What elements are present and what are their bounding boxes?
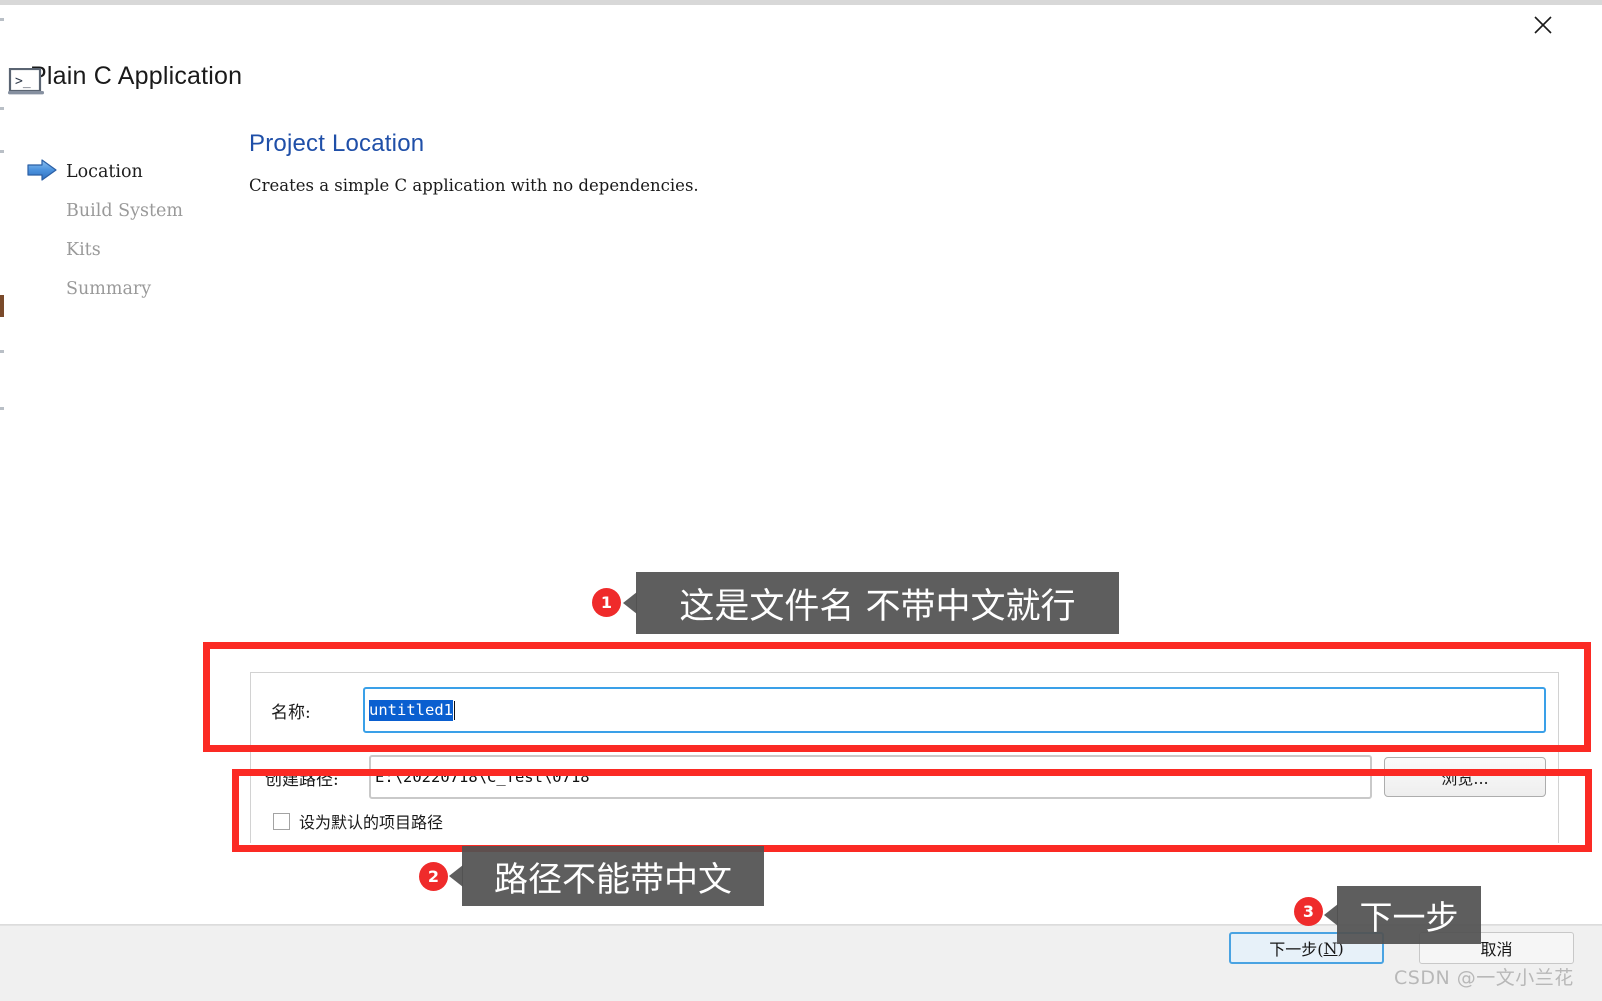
annotation-callout-3: 下一步 [1324,886,1481,944]
wizard-steps: Location Build System Kits Summary [26,152,226,308]
project-location-form: 名称: untitled1 创建路径: E:\20220718\C_Test\0… [250,672,1559,843]
edge-fragment [0,150,4,153]
edge-fragment [0,18,4,21]
annotation-badge-2: 2 [419,862,448,891]
annotation-badge-1: 1 [592,588,621,617]
annotation-callout-1: 这是文件名 不带中文就行 [623,572,1119,634]
window-top-strip [0,0,1602,5]
watermark: CSDN @一文小兰花 [1394,967,1574,989]
edge-fragment [0,295,4,317]
svg-text:>_: >_ [15,74,31,89]
edge-fragment [0,107,4,110]
sidebar-item-label: Summary [66,278,152,299]
wizard-title: Plain C Application [30,62,243,90]
project-name-label: 名称: [271,702,311,723]
project-path-value: E:\20220718\C_Test\0718 [375,768,590,786]
annotation-callout-3-text: 下一步 [1359,898,1459,937]
sidebar-item-build-system[interactable]: Build System [26,191,226,230]
sidebar-item-label: Build System [66,200,183,221]
annotation-badge-3: 3 [1294,897,1323,926]
project-name-input[interactable]: untitled1 [363,687,1546,733]
edge-fragment [0,350,4,353]
project-name-row: 名称: untitled1 [251,673,1558,747]
default-path-checkbox-label: 设为默认的项目路径 [299,813,444,832]
next-button-label-prefix: 下一步( [1269,940,1324,959]
callout-tail [623,592,637,614]
project-path-input[interactable]: E:\20220718\C_Test\0718 [369,755,1372,799]
annotation-callout-1-text: 这是文件名 不带中文就行 [679,586,1076,627]
close-icon[interactable] [1528,10,1558,40]
page-title: Project Location [249,130,425,157]
callout-tail [1324,904,1338,926]
default-path-checkbox-row[interactable]: 设为默认的项目路径 [251,807,1558,843]
annotation-callout-2-text: 路径不能带中文 [494,859,732,900]
sidebar-item-location[interactable]: Location [26,152,226,191]
project-path-label: 创建路径: [265,769,339,790]
browse-button[interactable]: 浏览... [1384,757,1546,797]
project-name-value: untitled1 [369,699,453,721]
next-button-mnemonic: N [1323,938,1338,958]
edge-fragment [0,407,4,410]
terminal-icon: >_ [8,67,46,98]
project-path-row: 创建路径: E:\20220718\C_Test\0718 浏览... [251,747,1558,807]
checkbox-unchecked-icon[interactable] [273,812,290,830]
sidebar-item-label: Kits [66,239,101,260]
blue-arrow-icon [26,158,58,182]
text-caret [454,700,455,720]
callout-tail [449,865,463,887]
sidebar-item-summary[interactable]: Summary [26,269,226,308]
annotation-callout-2: 路径不能带中文 [449,846,764,906]
page-description: Creates a simple C application with no d… [249,176,699,195]
sidebar-item-kits[interactable]: Kits [26,230,226,269]
